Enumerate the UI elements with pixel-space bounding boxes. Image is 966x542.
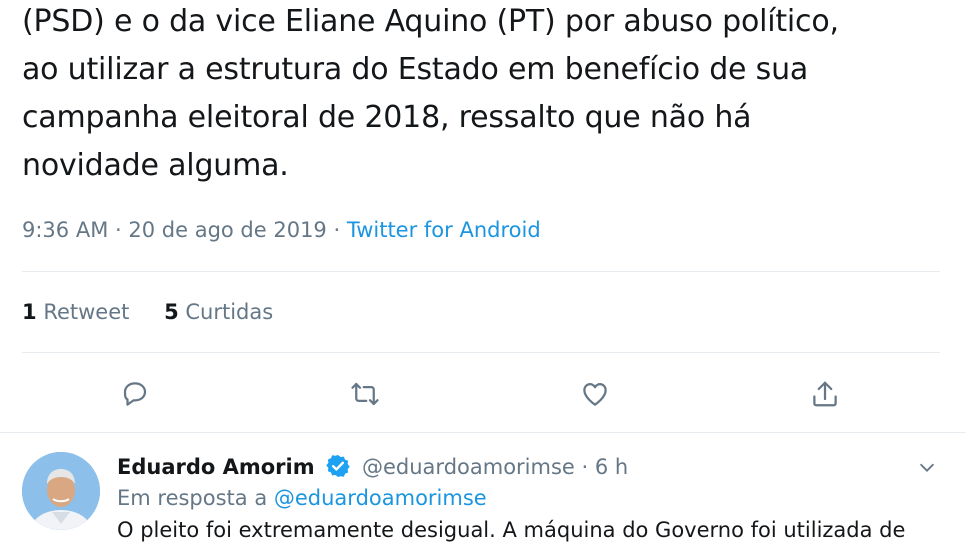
reply-separator: ·	[581, 455, 595, 479]
heart-icon	[583, 383, 607, 406]
tweet-text: (PSD) e o da vice Eliane Aquino (PT) por…	[22, 4, 839, 183]
share-button[interactable]	[807, 376, 843, 412]
reply-icon	[123, 382, 147, 406]
avatar-image	[22, 452, 100, 530]
tweet-time: 9:36 AM	[22, 218, 109, 242]
retweets-label: Retweet	[43, 300, 130, 324]
reply-author-handle[interactable]: @eduardoamorimse	[362, 455, 575, 479]
reply-text: O pleito foi extremamente desigual. A má…	[117, 518, 906, 542]
tweet-actions	[0, 376, 966, 412]
divider	[22, 352, 940, 353]
reply-prefix: Em resposta a	[117, 486, 274, 510]
likes-label: Curtidas	[185, 300, 274, 324]
reply-mention-link[interactable]: @eduardoamorimse	[274, 486, 487, 510]
share-icon	[813, 381, 837, 407]
retweet-icon	[351, 382, 379, 406]
retweets-count: 1	[22, 300, 37, 324]
reply-age[interactable]: 6 h	[595, 455, 628, 479]
like-button[interactable]	[577, 376, 613, 412]
reply-tweet[interactable]: Eduardo Amorim @eduardoamorimse · 6 h Em…	[0, 448, 966, 542]
chevron-down-icon	[919, 463, 935, 472]
meta-separator: ·	[333, 218, 347, 242]
tweet-date[interactable]: 20 de ago de 2019	[128, 218, 326, 242]
verified-badge-icon	[326, 454, 351, 478]
retweet-button[interactable]	[347, 376, 383, 412]
likes-count: 5	[164, 300, 179, 324]
tweet-source-link[interactable]: Twitter for Android	[347, 218, 541, 242]
tweet-meta: 9:36 AM · 20 de ago de 2019 · Twitter fo…	[22, 218, 541, 242]
reply-context: Em resposta a @eduardoamorimse	[117, 486, 487, 510]
likes-stat[interactable]: 5 Curtidas	[164, 300, 273, 324]
avatar[interactable]	[22, 452, 100, 530]
reply-author-name[interactable]: Eduardo Amorim	[117, 455, 315, 479]
retweets-stat[interactable]: 1 Retweet	[22, 300, 129, 324]
reply-header: Eduardo Amorim @eduardoamorimse · 6 h	[117, 453, 628, 479]
more-options-button[interactable]	[916, 456, 938, 478]
meta-separator: ·	[115, 218, 129, 242]
tweet-stats: 1 Retweet 5 Curtidas	[22, 300, 301, 324]
reply-button[interactable]	[117, 376, 153, 412]
section-divider	[0, 432, 966, 433]
divider	[22, 271, 940, 272]
